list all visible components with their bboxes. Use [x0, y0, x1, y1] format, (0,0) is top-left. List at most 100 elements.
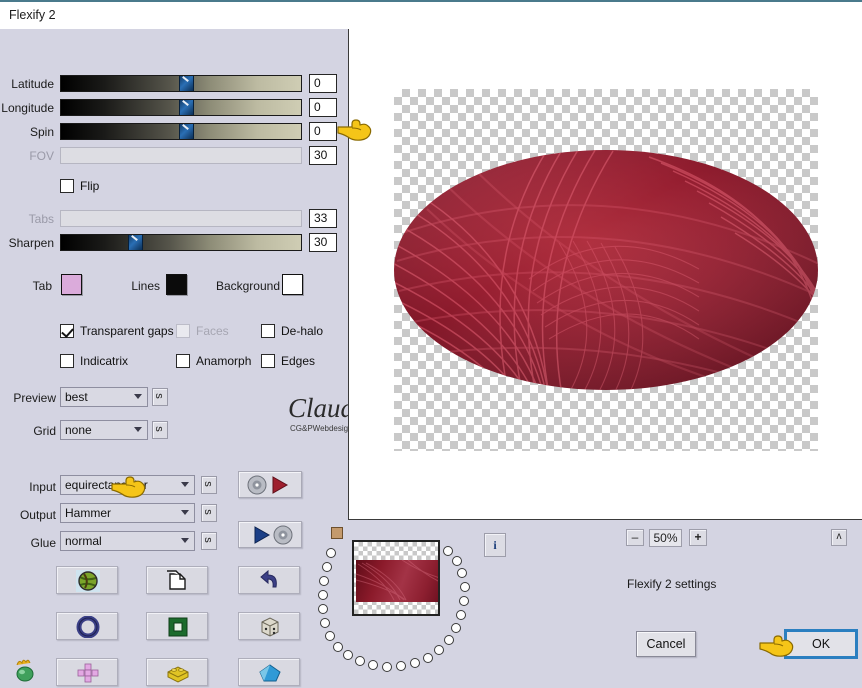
checkbox-label-anamorph: Anamorph [196, 354, 252, 368]
collapse-panel-button[interactable]: ʌ [831, 529, 847, 546]
info-icon: i [493, 538, 497, 552]
swap-button-output[interactable]: s [201, 504, 217, 522]
select-value-output: Hammer [65, 506, 112, 520]
slider-label-spin: Spin [29, 125, 54, 139]
globe-preset-button[interactable] [56, 566, 118, 594]
load-settings-button[interactable] [238, 471, 302, 498]
slider-track-longitude[interactable] [60, 99, 302, 116]
cancel-button-label: Cancel [646, 637, 686, 651]
cross-net-icon [77, 663, 99, 683]
checkbox-box-indicatrix[interactable] [60, 354, 74, 368]
svg-text:CG&PWebdesign: CG&PWebdesign [290, 424, 353, 433]
slider-thumb-sharpen[interactable] [128, 235, 143, 250]
swap-button-preview[interactable]: s [152, 388, 168, 406]
select-label-input: Input [29, 480, 56, 494]
pages-icon [167, 570, 186, 590]
checkbox-label-edges: Edges [281, 354, 316, 368]
torus-preset-button[interactable] [56, 612, 118, 640]
swap-button-grid[interactable]: s [152, 421, 168, 439]
thumbnail-image-band [356, 560, 438, 602]
color-swatch-background[interactable] [282, 274, 303, 295]
color-label-background: Background [215, 279, 280, 293]
info-button[interactable]: i [484, 533, 506, 557]
checkbox-box-anamorph[interactable] [176, 354, 190, 368]
slider-label-sharpen: Sharpen [8, 236, 54, 250]
color-swatch-tab[interactable] [61, 274, 82, 295]
undo-arrow-icon [260, 570, 277, 588]
select-grid[interactable]: none [60, 420, 148, 440]
select-output[interactable]: Hammer [60, 503, 195, 523]
disc-to-arrow-icon [247, 475, 289, 495]
slider-value-spin[interactable]: 0 [309, 122, 337, 141]
page-preset-button[interactable] [146, 566, 208, 594]
controls-panel: Latitude 0 Longitude 0 Spin 0 FOV 30 Fli… [0, 29, 375, 686]
slider-label-longitude: Longitude [1, 101, 54, 115]
pointer-hand-ok [759, 635, 794, 657]
checkbox-box-transparent-gaps[interactable] [60, 324, 74, 338]
color-swatch-lines[interactable] [166, 274, 187, 295]
chevron-down-icon [181, 482, 189, 487]
select-preview[interactable]: best [60, 387, 148, 407]
plus-icon: + [694, 530, 702, 544]
slider-value-latitude[interactable]: 0 [309, 74, 337, 93]
chevron-down-icon [134, 427, 142, 432]
torus-icon [76, 616, 100, 638]
status-text: Flexify 2 settings [627, 577, 717, 591]
checkbox-label-transparent-gaps: Transparent gaps [80, 324, 174, 338]
checkbox-label-faces: Faces [196, 324, 229, 338]
select-value-glue: normal [65, 534, 102, 548]
select-value-preview: best [65, 390, 88, 404]
checkbox-flip[interactable]: Flip [60, 179, 120, 195]
dice-preset-button[interactable] [238, 612, 300, 640]
zoom-in-button[interactable]: + [689, 529, 707, 546]
slider-thumb-spin[interactable] [179, 124, 194, 139]
cancel-button[interactable]: Cancel [636, 631, 696, 657]
zoom-level-display[interactable]: 50% [649, 529, 682, 547]
zoom-out-button[interactable]: – [626, 529, 644, 546]
slider-value-fov[interactable]: 30 [309, 146, 337, 165]
checkbox-label-flip: Flip [80, 179, 100, 193]
marquee-handle[interactable] [331, 527, 343, 539]
slider-value-longitude[interactable]: 0 [309, 98, 337, 117]
slider-thumb-latitude[interactable] [179, 76, 194, 91]
square-frame-icon [168, 617, 188, 637]
color-label-tab: Tab [32, 279, 52, 293]
swap-button-label-glue: s [201, 537, 214, 543]
arrow-to-disc-icon [254, 525, 293, 545]
swap-button-glue[interactable]: s [201, 532, 217, 550]
swap-button-input[interactable]: s [201, 476, 217, 494]
hammer-projection-image [394, 150, 818, 390]
brick-preset-button[interactable] [146, 658, 208, 686]
flame-gem-icon[interactable] [10, 655, 40, 685]
slider-value-sharpen[interactable]: 30 [309, 233, 337, 252]
slider-track-fov [60, 147, 302, 164]
globe-icon [76, 570, 100, 592]
minus-icon: – [631, 530, 639, 544]
polygon-preset-button[interactable] [238, 658, 300, 686]
checkbox-box-de-halo[interactable] [261, 324, 275, 338]
chevron-down-icon [181, 510, 189, 515]
checkbox-box-edges[interactable] [261, 354, 275, 368]
slider-label-latitude: Latitude [11, 77, 54, 91]
brick-icon [167, 666, 189, 683]
save-settings-button[interactable] [238, 521, 302, 548]
select-label-preview: Preview [13, 391, 56, 405]
checkbox-box-flip[interactable] [60, 179, 74, 193]
slider-track-tabs [60, 210, 302, 227]
slider-thumb-longitude[interactable] [179, 100, 194, 115]
cross-preset-button[interactable] [56, 658, 118, 686]
window-title-bar: Flexify 2 [0, 0, 862, 29]
frame-preset-button[interactable] [146, 612, 208, 640]
slider-track-sharpen[interactable] [60, 234, 302, 251]
slider-track-spin[interactable] [60, 123, 302, 140]
thumbnail-preview[interactable] [352, 540, 440, 616]
preview-canvas[interactable] [348, 29, 862, 520]
slider-track-latitude[interactable] [60, 75, 302, 92]
flame-gem-icon-glyph [16, 659, 34, 682]
slider-label-tabs: Tabs [28, 212, 54, 226]
chevron-down-icon [181, 538, 189, 543]
slider-value-tabs[interactable]: 33 [309, 209, 337, 228]
undo-button[interactable] [238, 566, 300, 594]
color-label-lines: Lines [131, 279, 160, 293]
select-glue[interactable]: normal [60, 531, 195, 551]
